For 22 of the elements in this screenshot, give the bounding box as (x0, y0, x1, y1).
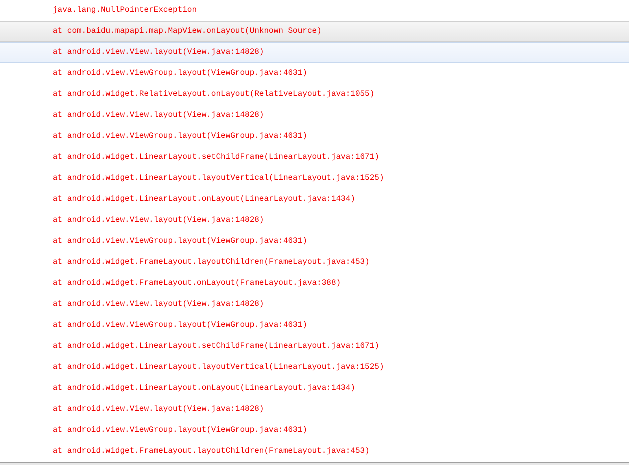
log-row[interactable]: at android.widget.FrameLayout.layoutChildren(FrameLayout.java:453) (0, 252, 629, 273)
log-row[interactable]: at android.widget.LinearLayout.layoutVertical(LinearLayout.java:1525) (0, 168, 629, 189)
log-row[interactable]: at android.widget.LinearLayout.layoutVertical(LinearLayout.java:1525) (0, 357, 629, 378)
log-row[interactable]: at android.view.View.layout(View.java:14828) (0, 42, 629, 63)
log-row[interactable]: at android.view.View.layout(View.java:14828) (0, 210, 629, 231)
log-row[interactable]: at com.baidu.mapapi.map.MapView.onLayout(Unknown Source) (0, 21, 629, 42)
log-row[interactable]: at android.view.ViewGroup.layout(ViewGroup.java:4631) (0, 126, 629, 147)
log-row[interactable]: at android.view.View.layout(View.java:14828) (0, 294, 629, 315)
log-row[interactable]: at android.view.View.layout(View.java:14828) (0, 399, 629, 420)
log-row[interactable]: at android.widget.RelativeLayout.onLayout(RelativeLayout.java:1055) (0, 84, 629, 105)
log-row[interactable]: at android.widget.LinearLayout.onLayout(LinearLayout.java:1434) (0, 378, 629, 399)
log-row[interactable]: at android.widget.FrameLayout.layoutChildren(FrameLayout.java:453) (0, 441, 629, 462)
log-row[interactable]: at android.view.ViewGroup.layout(ViewGroup.java:4631) (0, 231, 629, 252)
log-row[interactable]: at android.widget.LinearLayout.setChildFrame(LinearLayout.java:1671) (0, 336, 629, 357)
log-row[interactable]: at android.widget.LinearLayout.onLayout(LinearLayout.java:1434) (0, 189, 629, 210)
log-row[interactable]: at android.view.View.layout(View.java:14828) (0, 105, 629, 126)
log-row[interactable]: at android.widget.LinearLayout.setChildFrame(LinearLayout.java:1671) (0, 147, 629, 168)
log-row[interactable]: java.lang.NullPointerException (0, 0, 629, 21)
log-row[interactable]: at android.widget.FrameLayout.onLayout(FrameLayout.java:388) (0, 273, 629, 294)
log-row[interactable]: at android.view.ViewGroup.layout(ViewGroup.java:4631) (0, 315, 629, 336)
log-row[interactable]: at android.view.ViewGroup.layout(ViewGroup.java:4631) (0, 420, 629, 441)
log-row[interactable]: at android.view.ViewGroup.layout(ViewGroup.java:4631) (0, 63, 629, 84)
